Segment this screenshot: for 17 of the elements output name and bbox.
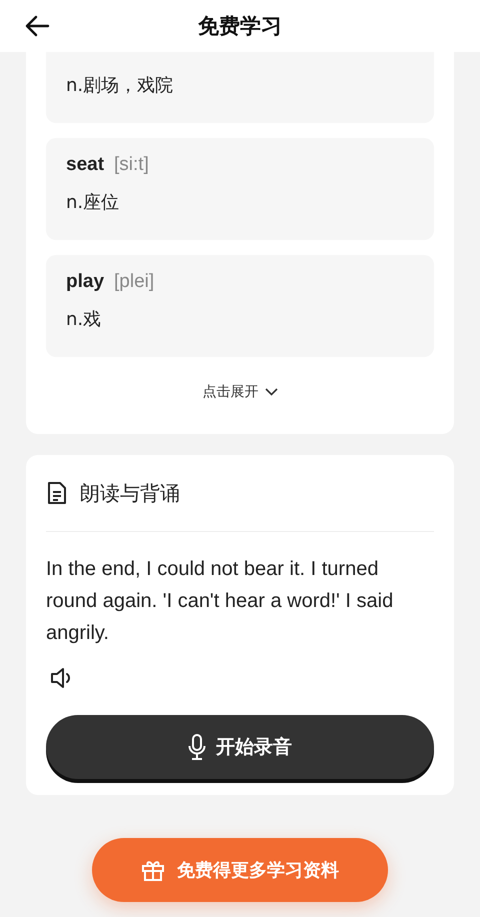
chevron-down-icon xyxy=(264,388,278,396)
document-icon xyxy=(46,481,68,505)
word-meaning: n.剧场，戏院 xyxy=(66,74,174,97)
word: seat xyxy=(66,154,104,176)
passage-text: In the end, I could not bear it. I turned round again. 'I can't hear a word!' I said angrily. xyxy=(46,557,394,646)
expand-button[interactable]: 点击展开 xyxy=(202,383,278,401)
record-button[interactable]: 开始录音 xyxy=(46,715,434,779)
page-title: 免费学习 xyxy=(198,13,282,40)
gift-icon xyxy=(141,858,165,882)
section-title: 朗读与背诵 xyxy=(80,480,180,506)
word: play xyxy=(66,271,104,293)
back-arrow-icon[interactable] xyxy=(24,14,50,38)
word-meaning: n.戏 xyxy=(66,308,102,331)
phonetic: [si:t] xyxy=(114,154,149,176)
phonetic: [plei] xyxy=(114,271,154,293)
word-meaning: n.座位 xyxy=(66,191,120,214)
microphone-icon xyxy=(188,734,206,760)
